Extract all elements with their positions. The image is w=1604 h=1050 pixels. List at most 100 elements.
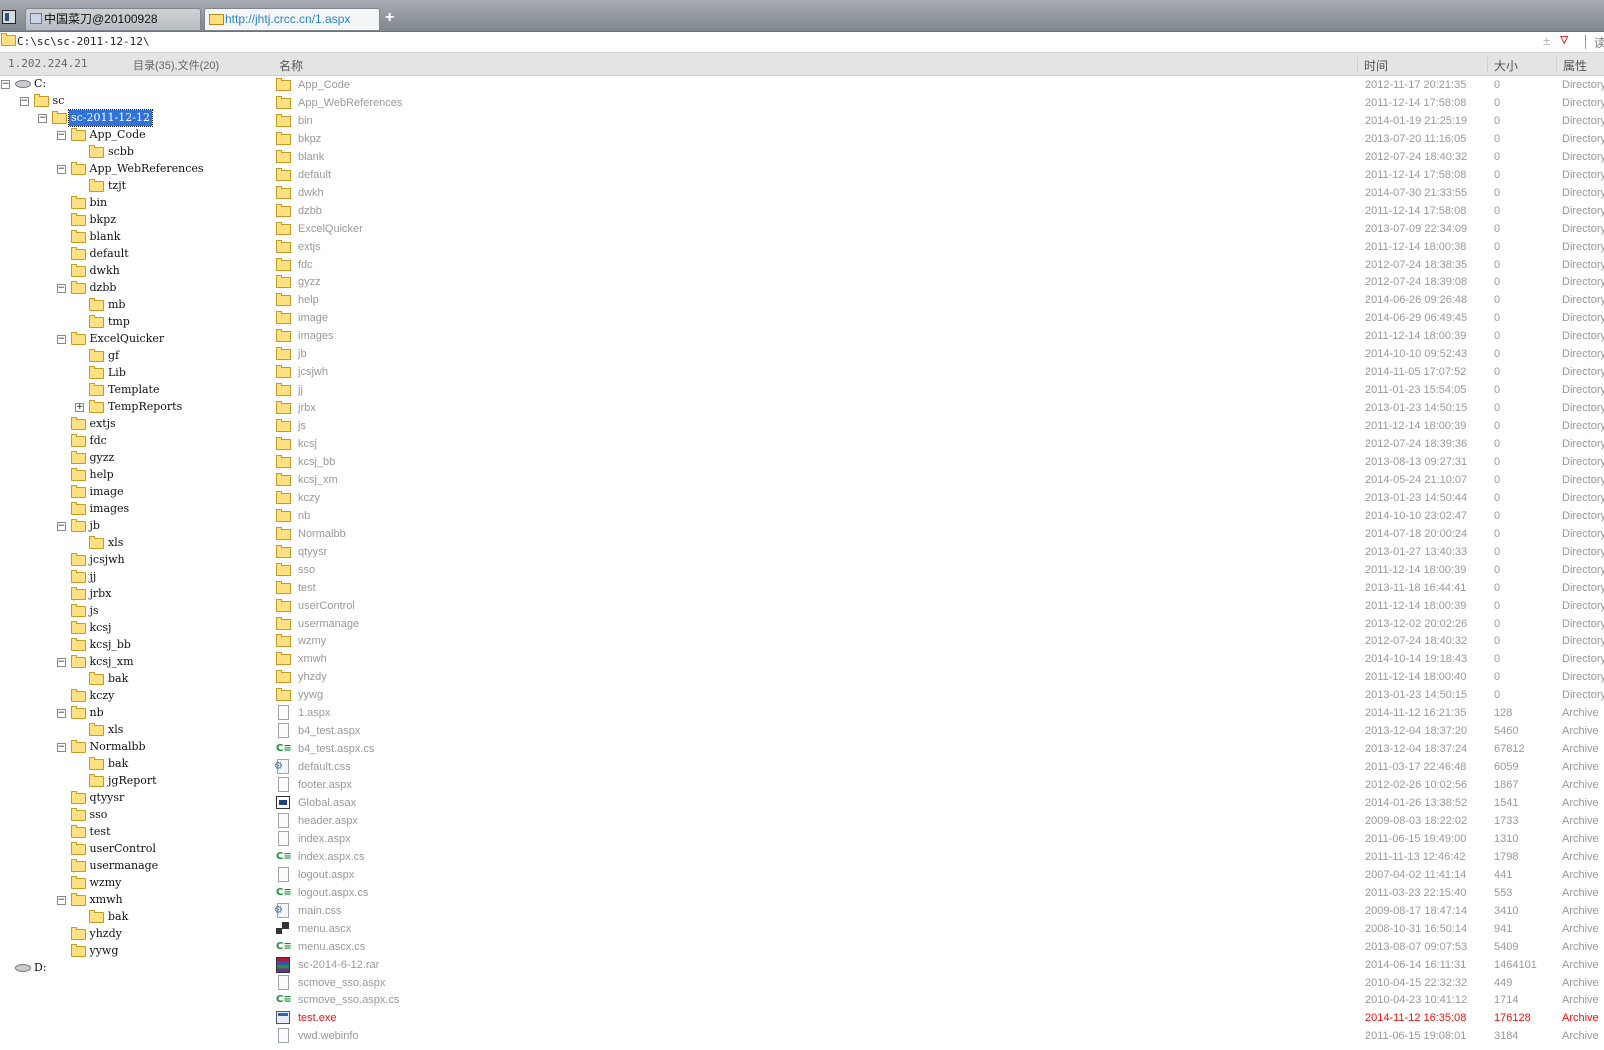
read-button[interactable]: 读 [1594,34,1604,51]
file-row[interactable]: bin 2014-01-19 21:25:19 0 Directory [272,112,1604,130]
tree-node[interactable]: images [0,501,268,517]
file-row[interactable]: image 2014-06-29 06:49:45 0 Directory [272,309,1604,327]
file-row[interactable]: C≡ logout.aspx.cs 2011-03-23 22:15:40 553 Ar… [272,884,1604,902]
file-row[interactable]: kcsj_bb 2013-08-13 09:27:31 0 Directory [272,453,1604,471]
tree-node[interactable]: jrbx [0,586,268,602]
address-bar[interactable]: C:\sc\sc-2011-12-12\ ± ▽ 读 [0,32,1604,53]
tree-node[interactable]: kcsj [0,620,268,636]
tree-node[interactable]: bak [0,756,268,772]
tree-node[interactable]: userControl [0,841,268,857]
tree-node[interactable]: mb [0,297,268,313]
tree-node[interactable]: − nb [0,705,268,721]
file-row[interactable]: wzmy 2012-07-24 18:40:32 0 Directory [272,632,1604,650]
tree-node[interactable]: − C: [0,76,268,92]
address-input[interactable]: C:\sc\sc-2011-12-12\ [17,35,149,48]
tree-node[interactable]: image [0,484,268,500]
file-row[interactable]: ExcelQuicker 2013-07-09 22:34:09 0 Director… [272,220,1604,238]
collapse-icon[interactable]: − [1,80,10,89]
file-row[interactable]: b4_test.aspx 2013-12-04 18:37:20 5460 Archi… [272,722,1604,740]
tree-node[interactable]: jgReport [0,773,268,789]
collapse-icon[interactable]: − [56,284,66,293]
tree-node[interactable]: yhzdy [0,926,268,942]
file-row[interactable]: nb 2014-10-10 23:02:47 0 Directory [272,507,1604,525]
collapse-icon[interactable]: − [38,114,47,123]
file-row[interactable]: scmove_sso.aspx 2010-04-15 22:32:32 449 Arc… [272,974,1604,992]
collapse-icon[interactable]: − [56,131,66,140]
tab-shell-url[interactable]: http://jhtj.crcc.cn/1.aspx [204,8,380,30]
tree-node[interactable]: Template [0,382,268,398]
file-row[interactable]: jb 2014-10-10 09:52:43 0 Directory [272,345,1604,363]
collapse-icon[interactable]: − [56,709,66,718]
tree-node[interactable]: scbb [0,144,268,160]
tree-node[interactable]: default [0,246,268,262]
chevron-down-icon[interactable]: ▽ [1560,32,1568,48]
tree-node[interactable]: bak [0,909,268,925]
column-divider[interactable] [1556,57,1557,72]
file-row[interactable]: Normalbb 2014-07-18 20:00:24 0 Directory [272,525,1604,543]
tree-node[interactable]: extjs [0,416,268,432]
tree-node[interactable]: help [0,467,268,483]
file-row[interactable]: C≡ index.aspx.cs 2011-11-13 12:46:42 1798 Ar… [272,848,1604,866]
file-row[interactable]: test.exe 2014-11-12 16:35:08 176128 Archive [272,1009,1604,1027]
file-row[interactable]: images 2011-12-14 18:00:39 0 Directory [272,327,1604,345]
collapse-icon[interactable]: − [56,896,66,905]
file-row[interactable]: App_Code 2012-11-17 20:21:35 0 Directory [272,76,1604,94]
collapse-icon[interactable]: − [19,97,29,106]
file-row[interactable]: kcsj 2012-07-24 18:39:36 0 Directory [272,435,1604,453]
tree-node[interactable]: jcsjwh [0,552,268,568]
file-row[interactable]: footer.aspx 2012-02-26 10:02:56 1867 Archiv… [272,776,1604,794]
collapse-icon[interactable]: − [56,743,66,752]
tree-node[interactable]: blank [0,229,268,245]
file-row[interactable]: js 2011-12-14 18:00:39 0 Directory [272,417,1604,435]
tree-node[interactable]: bkpz [0,212,268,228]
tab-main[interactable]: 中国菜刀@20100928 [25,8,201,30]
column-header-attr[interactable]: 属性 [1563,57,1587,74]
collapse-icon[interactable]: − [56,335,66,344]
file-row[interactable]: userControl 2011-12-14 18:00:39 0 Directory [272,597,1604,615]
file-row[interactable]: help 2014-06-26 09:26:48 0 Directory [272,291,1604,309]
file-row[interactable]: sc-2014-6-12.rar 2014-06-14 16:11:31 14641… [272,956,1604,974]
tree-node[interactable]: xls [0,535,268,551]
column-divider[interactable] [1357,57,1358,72]
file-row[interactable]: kczy 2013-01-23 14:50:44 0 Directory [272,489,1604,507]
tree-node[interactable]: js [0,603,268,619]
column-divider[interactable] [1487,57,1488,72]
file-row[interactable]: extjs 2011-12-14 18:00:38 0 Directory [272,238,1604,256]
tree-node[interactable]: sso [0,807,268,823]
tree-node[interactable]: − jb [0,518,268,534]
tree-node[interactable]: gyzz [0,450,268,466]
file-row[interactable]: yhzdy 2011-12-14 18:00:40 0 Directory [272,668,1604,686]
file-row[interactable]: index.aspx 2011-06-15 19:49:00 1310 Archive [272,830,1604,848]
file-row[interactable]: blank 2012-07-24 18:40:32 0 Directory [272,148,1604,166]
tree-node[interactable]: D: [0,960,268,976]
bookmark-toggle-icon[interactable]: ± [1543,34,1550,48]
file-row[interactable]: C≡ b4_test.aspx.cs 2013-12-04 18:37:24 6781… [272,740,1604,758]
collapse-icon[interactable]: − [56,165,66,174]
tree-node[interactable]: jj [0,569,268,585]
file-row[interactable]: App_WebReferences 2011-12-14 17:58:08 0 Dir… [272,94,1604,112]
tree-node[interactable]: − xmwh [0,892,268,908]
file-row[interactable]: jcsjwh 2014-11-05 17:07:52 0 Directory [272,363,1604,381]
tree-node[interactable]: dwkh [0,263,268,279]
tree-node[interactable]: usermanage [0,858,268,874]
tree-node[interactable]: − kcsj_xm [0,654,268,670]
tree-node[interactable]: kczy [0,688,268,704]
tree-node[interactable]: xls [0,722,268,738]
tree-node[interactable]: − App_WebReferences [0,161,268,177]
file-row[interactable]: menu.ascx 2008-10-31 16:50:14 941 Archive [272,920,1604,938]
collapse-icon[interactable]: − [56,522,66,531]
add-tab-button[interactable]: + [385,9,394,27]
expand-icon[interactable]: + [75,403,84,412]
file-row[interactable]: fdc 2012-07-24 18:38:35 0 Directory [272,256,1604,274]
file-row[interactable]: main.css 2009-08-17 18:47:14 3410 Archive [272,902,1604,920]
file-row[interactable]: header.aspx 2009-08-03 18:22:02 1733 Archiv… [272,812,1604,830]
file-row[interactable]: jj 2011-01-23 15:54:05 0 Directory [272,381,1604,399]
tree-node[interactable]: kcsj_bb [0,637,268,653]
tree-node[interactable]: tzjt [0,178,268,194]
file-row[interactable]: dzbb 2011-12-14 17:58:08 0 Directory [272,202,1604,220]
tree-node[interactable]: bak [0,671,268,687]
tree-node[interactable]: + TempReports [0,399,268,415]
tree-node[interactable]: tmp [0,314,268,330]
file-row[interactable]: sso 2011-12-14 18:00:39 0 Directory [272,561,1604,579]
tree-node[interactable]: − sc [0,93,268,109]
